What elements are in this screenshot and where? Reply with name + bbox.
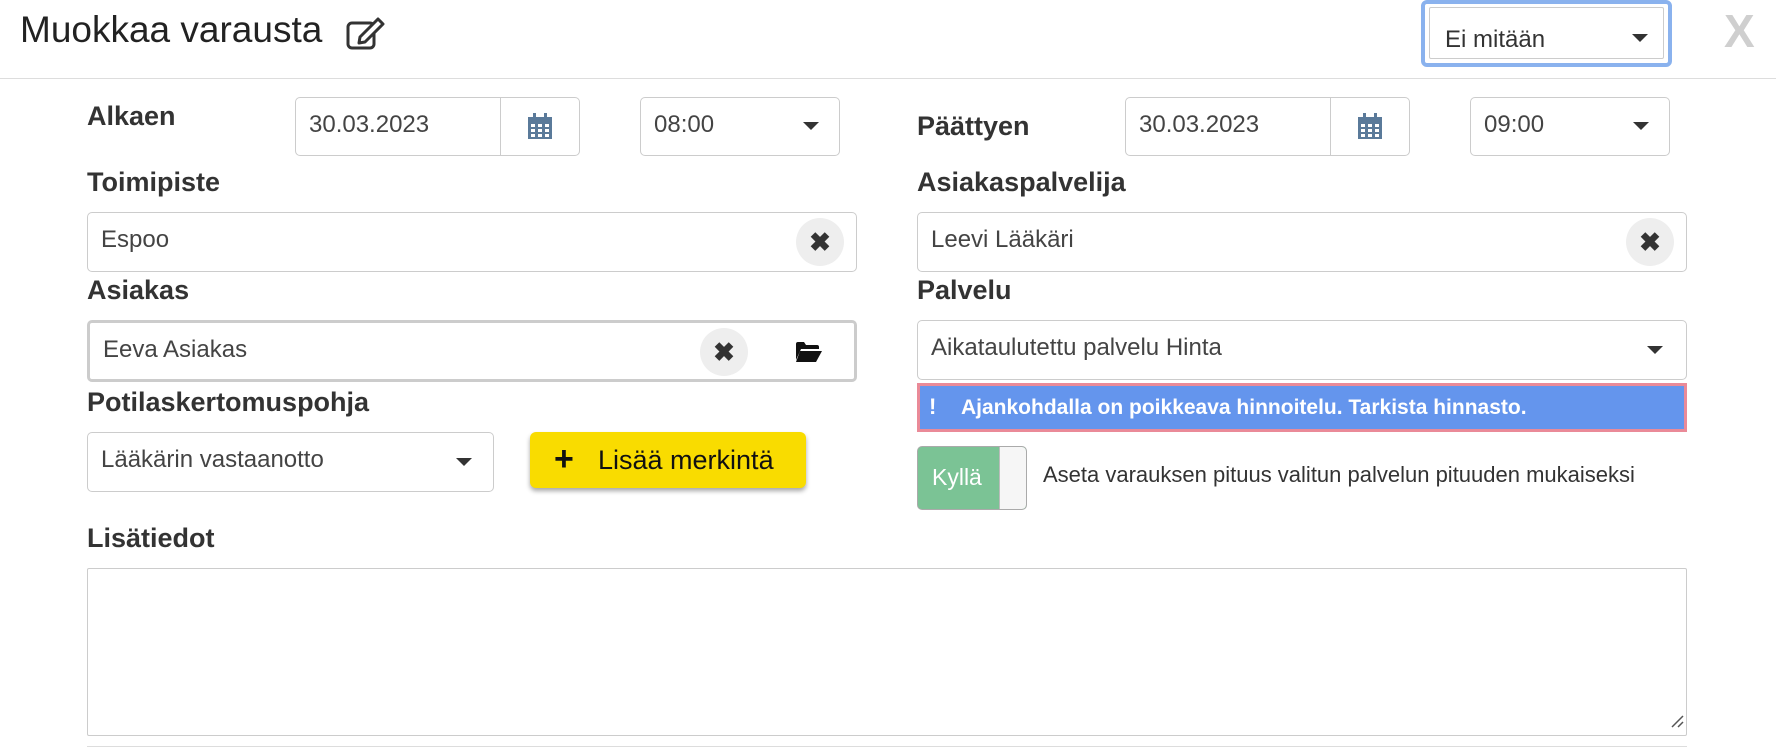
edit-icon[interactable] <box>346 15 386 51</box>
service-label: Palvelu <box>917 275 1012 305</box>
template-value: Lääkärin vastaanotto <box>101 446 324 473</box>
add-entry-label: Lisää merkintä <box>598 445 774 475</box>
notes-textarea[interactable] <box>87 568 1687 736</box>
alert-message: Ajankohdalla on poikkeava hinnoitelu. Ta… <box>961 396 1527 419</box>
chevron-down-icon <box>1633 122 1649 130</box>
calendar-icon[interactable] <box>500 98 579 155</box>
bottom-divider <box>87 746 1687 750</box>
staff-select[interactable]: Leevi Lääkäri ✖ <box>917 212 1687 272</box>
add-entry-button[interactable]: + Lisää merkintä <box>530 432 806 488</box>
customer-select[interactable]: Eeva Asiakas ✖ <box>87 320 857 382</box>
staff-label: Asiakaspalvelija <box>917 167 1126 197</box>
end-date-value: 30.03.2023 <box>1139 111 1260 138</box>
header-divider <box>0 78 1776 79</box>
start-date-value: 30.03.2023 <box>309 111 430 138</box>
staff-value: Leevi Lääkäri <box>931 226 1074 253</box>
customer-value: Eeva Asiakas <box>103 336 248 363</box>
folder-open-icon[interactable] <box>795 341 823 368</box>
end-label: Päättyen <box>917 111 1030 141</box>
end-time-value: 09:00 <box>1484 111 1545 138</box>
template-label: Potilaskertomuspohja <box>87 387 370 417</box>
customer-label: Asiakas <box>87 275 190 305</box>
pricing-alert: ! Ajankohdalla on poikkeava hinnoitelu. … <box>917 383 1687 432</box>
duration-toggle-description: Aseta varauksen pituus valitun palvelun … <box>1043 462 1635 487</box>
clear-icon[interactable]: ✖ <box>796 218 844 266</box>
duration-toggle[interactable]: Kyllä <box>917 446 1027 510</box>
alert-icon: ! <box>929 394 937 419</box>
end-date-field[interactable]: 30.03.2023 <box>1125 97 1410 156</box>
status-select[interactable]: Ei mitään <box>1421 0 1672 67</box>
clear-icon[interactable]: ✖ <box>700 328 748 376</box>
close-button[interactable]: X <box>1724 6 1755 56</box>
end-time-select[interactable]: 09:00 <box>1470 97 1670 156</box>
location-value: Espoo <box>101 226 170 253</box>
calendar-icon[interactable] <box>1330 98 1409 155</box>
start-time-value: 08:00 <box>654 111 715 138</box>
template-select[interactable]: Lääkärin vastaanotto <box>87 432 494 492</box>
plus-icon: + <box>554 440 574 478</box>
chevron-down-icon <box>1632 34 1648 42</box>
notes-label: Lisätiedot <box>87 523 215 553</box>
start-time-select[interactable]: 08:00 <box>640 97 840 156</box>
location-select[interactable]: Espoo ✖ <box>87 212 857 272</box>
service-value: Aikataulutettu palvelu Hinta <box>931 334 1222 361</box>
service-select[interactable]: Aikataulutettu palvelu Hinta <box>917 320 1687 380</box>
page-title: Muokkaa varausta <box>20 9 323 50</box>
start-date-field[interactable]: 30.03.2023 <box>295 97 580 156</box>
chevron-down-icon <box>456 458 472 466</box>
toggle-knob <box>999 447 1026 509</box>
chevron-down-icon <box>803 122 819 130</box>
chevron-down-icon <box>1647 346 1663 354</box>
toggle-state-label: Kyllä <box>932 464 982 490</box>
clear-icon[interactable]: ✖ <box>1626 218 1674 266</box>
location-label: Toimipiste <box>87 167 221 197</box>
status-select-value: Ei mitään <box>1445 26 1546 53</box>
resize-handle-icon[interactable] <box>1670 714 1684 733</box>
start-label: Alkaen <box>87 101 176 131</box>
